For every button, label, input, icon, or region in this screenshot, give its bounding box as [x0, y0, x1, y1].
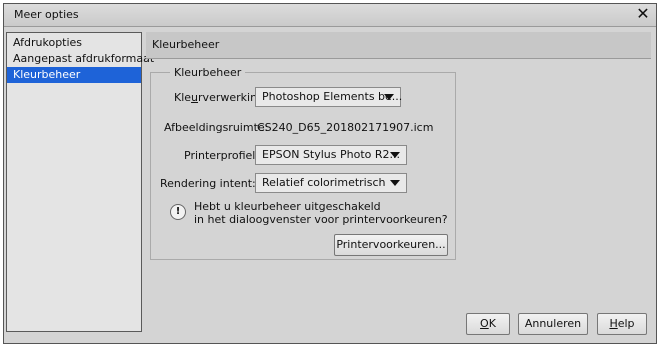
printervoorkeuren-button[interactable]: Printervoorkeuren...	[334, 234, 448, 256]
panel-title: Kleurbeheer	[152, 38, 220, 51]
label-part: Kle	[174, 91, 192, 104]
rendering-intent-value: Relatief colorimetrisch	[262, 176, 386, 189]
chevron-down-icon	[384, 94, 394, 100]
printerprofiel-label: Printerprofiel:	[184, 149, 260, 162]
ok-label: K	[488, 317, 496, 330]
chevron-down-icon	[390, 152, 400, 158]
close-icon[interactable]: ✕	[634, 5, 652, 23]
rendering-intent-select[interactable]: Relatief colorimetrisch	[255, 173, 407, 193]
printerprofiel-select[interactable]: EPSON Stylus Photo R2...	[255, 145, 407, 165]
chevron-down-icon	[390, 180, 400, 186]
cancel-button[interactable]: Annuleren	[518, 313, 588, 335]
group-label: Kleurbeheer	[170, 66, 246, 79]
info-message: Hebt u kleurbeheer uitgeschakeld in het …	[194, 200, 448, 226]
title-bar: Meer opties ✕	[4, 4, 656, 27]
afbeeldingsruimte-value: CS240_D65_201802171907.icm	[257, 121, 434, 134]
help-accelerator: H	[609, 317, 618, 330]
sidebar-item-kleurbeheer[interactable]: Kleurbeheer	[7, 67, 141, 83]
kleurverwerking-value: Photoshop Elements be...	[262, 90, 403, 103]
kleurverwerking-select[interactable]: Photoshop Elements be...	[255, 87, 403, 107]
info-line-1: Hebt u kleurbeheer uitgeschakeld	[194, 200, 381, 213]
help-button[interactable]: Help	[597, 313, 647, 335]
panel-header: Kleurbeheer	[146, 32, 651, 59]
sidebar-item-aangepast-afdrukformaat[interactable]: Aangepast afdrukformaat	[7, 51, 154, 67]
options-sidebar: Afdrukopties Aangepast afdrukformaat Kle…	[6, 32, 154, 332]
warning-icon: !	[170, 204, 186, 220]
sidebar-item-afdrukopties[interactable]: Afdrukopties	[7, 35, 141, 51]
info-line-2: in het dialoogvenster voor printervoorke…	[194, 213, 448, 226]
printerprofiel-value: EPSON Stylus Photo R2...	[262, 148, 401, 161]
dialog-title: Meer opties	[14, 8, 79, 21]
ok-accelerator: O	[480, 317, 489, 330]
kleurverwerking-label: Kleurverwerking	[174, 91, 264, 104]
label-accelerator: u	[191, 91, 199, 104]
ok-button[interactable]: OK	[466, 313, 510, 335]
rendering-intent-label: Rendering intent:	[160, 177, 256, 190]
afbeeldingsruimte-label: Afbeeldingsruimte:	[164, 121, 269, 134]
help-label: elp	[617, 317, 635, 330]
